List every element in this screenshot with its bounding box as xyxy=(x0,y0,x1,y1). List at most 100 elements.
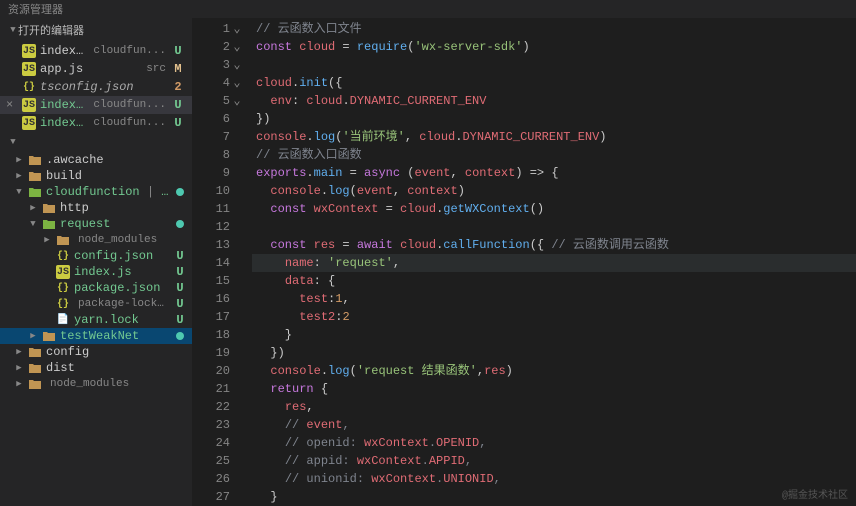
tree-label: node_modules xyxy=(78,234,188,246)
open-editor-item[interactable]: ×JSindex.jscloudfun...U xyxy=(0,114,192,132)
json-file-icon: {} xyxy=(56,249,70,263)
open-editors-header[interactable]: ▼ 打开的编辑器 xyxy=(0,18,192,42)
open-editor-item[interactable]: ×{}tsconfig.json2 xyxy=(0,78,192,96)
code-line[interactable]: return { xyxy=(252,380,856,398)
tree-item[interactable]: ▶http xyxy=(0,200,192,216)
tree-label: dist xyxy=(46,361,188,375)
open-editor-item[interactable]: ×JSindex.jscloudfun...U xyxy=(0,42,192,60)
code-area[interactable]: // 云函数入口文件const cloud = require('wx-serv… xyxy=(252,18,856,506)
line-number: 13 xyxy=(192,236,230,254)
tree-item[interactable]: ▶build xyxy=(0,168,192,184)
js-file-icon: JS xyxy=(22,44,36,58)
status-badge: U xyxy=(170,116,186,130)
tree-item[interactable]: 📄yarn.lockU xyxy=(0,312,192,328)
code-line[interactable]: // openid: wxContext.OPENID, xyxy=(252,434,856,452)
folder-icon xyxy=(28,169,42,183)
tree-item[interactable]: ▼request xyxy=(0,216,192,232)
line-number: 24 xyxy=(192,434,230,452)
code-line[interactable]: console.log('request 结果函数',res) xyxy=(252,362,856,380)
code-line[interactable]: const wxContext = cloud.getWXContext() xyxy=(252,200,856,218)
line-number: 18 xyxy=(192,326,230,344)
close-icon[interactable]: × xyxy=(6,98,18,112)
code-line[interactable]: cloud.init({ xyxy=(252,74,856,92)
code-line[interactable]: console.log('当前环境', cloud.DYNAMIC_CURREN… xyxy=(252,128,856,146)
sidebar: ▼ 打开的编辑器 ×JSindex.jscloudfun...U×JSapp.j… xyxy=(0,18,192,506)
code-line[interactable]: // 云函数入口文件 xyxy=(252,20,856,38)
code-line[interactable]: test:1, xyxy=(252,290,856,308)
code-line[interactable]: }) xyxy=(252,110,856,128)
code-line[interactable]: // appid: wxContext.APPID, xyxy=(252,452,856,470)
code-line[interactable]: res, xyxy=(252,398,856,416)
code-line[interactable]: }) xyxy=(252,344,856,362)
tree-item[interactable]: ▶.awcache xyxy=(0,152,192,168)
tree-item[interactable]: ▶node_modules xyxy=(0,376,192,392)
code-line[interactable]: } xyxy=(252,488,856,506)
open-editor-item[interactable]: ×JSapp.jssrcM xyxy=(0,60,192,78)
js-file-icon: JS xyxy=(56,265,70,279)
tree-item[interactable]: ▼cloudfunction | ... xyxy=(0,184,192,200)
tree-item[interactable]: {}config.jsonU xyxy=(0,248,192,264)
tree-label: cloudfunction | ... xyxy=(46,185,172,199)
line-number: 9 xyxy=(192,164,230,182)
tree-label: config xyxy=(46,345,188,359)
code-line[interactable]: // event, xyxy=(252,416,856,434)
code-line[interactable]: exports.main = async (event, context) =>… xyxy=(252,164,856,182)
line-number: 12 xyxy=(192,218,230,236)
code-line[interactable]: const res = await cloud.callFunction({ /… xyxy=(252,236,856,254)
code-line[interactable]: name: 'request', xyxy=(252,254,856,272)
tree-label: build xyxy=(46,169,188,183)
tree-item[interactable]: {}package-lock.jsonU xyxy=(0,296,192,312)
file-path: src xyxy=(146,63,166,75)
file-path: cloudfun... xyxy=(93,99,166,111)
code-line[interactable] xyxy=(252,218,856,236)
code-line[interactable]: // 云函数入口函数 xyxy=(252,146,856,164)
code-line[interactable] xyxy=(252,56,856,74)
tree-item[interactable]: ▶ config xyxy=(0,344,192,360)
tree-item[interactable]: ▶testWeakNet xyxy=(0,328,192,344)
chevron-right-icon: ▶ xyxy=(14,363,24,373)
folder-open-icon xyxy=(28,185,42,199)
code-line[interactable]: test2:2 xyxy=(252,308,856,326)
tree-item[interactable]: JSindex.jsU xyxy=(0,264,192,280)
tree-item[interactable]: {}package.jsonU xyxy=(0,280,192,296)
fold-marker[interactable]: ⌄ xyxy=(230,56,244,74)
js-file-icon: JS xyxy=(22,116,36,130)
fold-marker[interactable]: ⌄ xyxy=(230,20,244,38)
modified-dot-icon xyxy=(176,332,184,340)
line-number: 7 xyxy=(192,128,230,146)
code-editor[interactable]: 1234567891011121314151617181920212223242… xyxy=(192,18,856,506)
fold-marker[interactable]: ⌄ xyxy=(230,38,244,56)
json-file-icon: {} xyxy=(56,281,70,295)
fold-marker[interactable]: ⌄ xyxy=(230,92,244,110)
folder-icon xyxy=(42,329,56,343)
code-line[interactable]: // unionid: wxContext.UNIONID, xyxy=(252,470,856,488)
open-editor-item[interactable]: ×JSindex.jscloudfun...U xyxy=(0,96,192,114)
tree-item[interactable]: ▶ dist xyxy=(0,360,192,376)
code-line[interactable]: env: cloud.DYNAMIC_CURRENT_ENV xyxy=(252,92,856,110)
chevron-right-icon: ▶ xyxy=(14,347,24,357)
code-line[interactable]: } xyxy=(252,326,856,344)
line-number: 16 xyxy=(192,290,230,308)
section-label: 打开的编辑器 xyxy=(18,22,84,38)
line-number: 6 xyxy=(192,110,230,128)
line-number: 17 xyxy=(192,308,230,326)
tree-label: .awcache xyxy=(46,153,188,167)
folder-icon xyxy=(28,377,42,391)
line-number: 8 xyxy=(192,146,230,164)
status-badge: U xyxy=(172,297,188,311)
code-line[interactable]: console.log(event, context) xyxy=(252,182,856,200)
tree-label: config.json xyxy=(74,249,168,263)
code-line[interactable]: const cloud = require('wx-server-sdk') xyxy=(252,38,856,56)
line-number: 1 xyxy=(192,20,230,38)
tree-label: testWeakNet xyxy=(60,329,172,343)
code-line[interactable]: data: { xyxy=(252,272,856,290)
line-number: 10 xyxy=(192,182,230,200)
fold-marker[interactable]: ⌄ xyxy=(230,74,244,92)
status-badge: U xyxy=(170,44,186,58)
file-name: index.js xyxy=(40,116,85,130)
file-name: index.js xyxy=(40,98,85,112)
workspace-header[interactable]: ▼ xyxy=(0,132,192,152)
file-name: tsconfig.json xyxy=(40,80,166,94)
tree-item[interactable]: ▶node_modules xyxy=(0,232,192,248)
status-badge: M xyxy=(170,62,186,76)
